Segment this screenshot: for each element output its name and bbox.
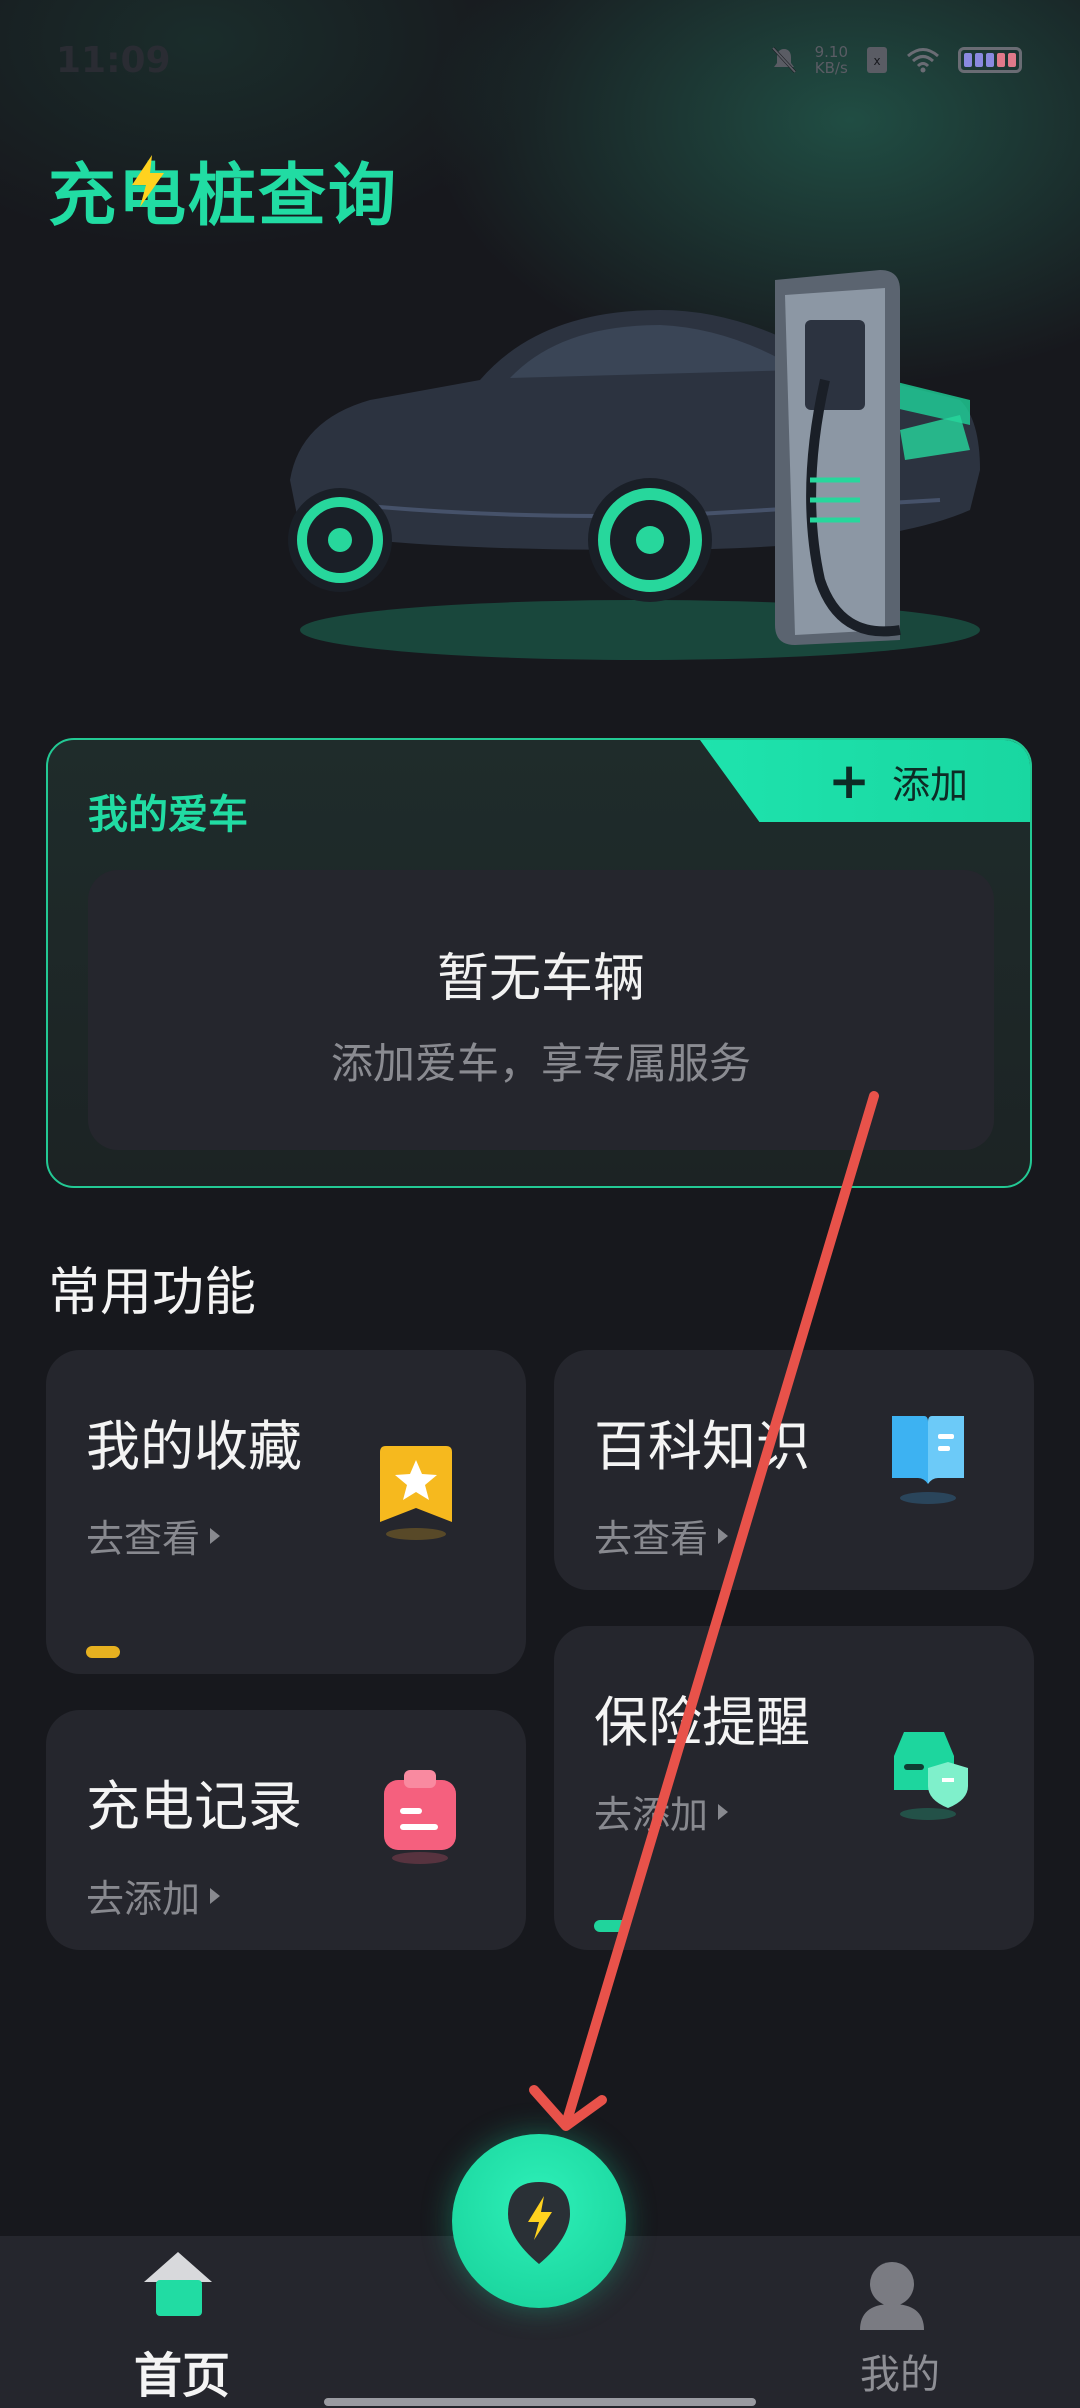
chevron-right-icon [210, 1527, 221, 1544]
charge-location-icon [508, 2182, 570, 2264]
car-charger-illustration [288, 270, 980, 660]
encyclopedia-title: 百科知识 [594, 1415, 810, 1478]
home-icon[interactable] [120, 2250, 240, 2324]
net-speed: 9.10 KB/s [814, 43, 848, 77]
empty-car-subtitle: 添加爱车，享专属服务 [330, 1039, 751, 1088]
tile-accent-bar [594, 1920, 628, 1932]
insurance-tile[interactable]: 保险提醒 去添加 [554, 1626, 1034, 1950]
mute-icon [771, 46, 796, 74]
chevron-right-icon [718, 1527, 729, 1544]
nav-home-label[interactable]: 首页 [134, 2336, 230, 2406]
insurance-action[interactable]: 去添加 [594, 1784, 729, 1839]
user-icon[interactable] [856, 2258, 928, 2330]
favorites-tile[interactable]: 我的收藏 去查看 [46, 1350, 526, 1674]
nav-mine-label[interactable]: 我的 [860, 2342, 940, 2400]
encyclopedia-action[interactable]: 去查看 [594, 1508, 729, 1563]
car-shield-icon [894, 1732, 968, 1820]
my-car-card: 我的爱车 + 添加 暂无车辆 添加爱车，享专属服务 [46, 738, 1032, 1188]
plus-icon: + [828, 752, 870, 810]
home-indicator [324, 2398, 756, 2406]
common-functions-title: 常用功能 [48, 1263, 257, 1323]
chevron-right-icon [210, 1887, 221, 1904]
charge-records-title: 充电记录 [86, 1775, 302, 1838]
sim-icon: x [867, 47, 887, 73]
favorites-action[interactable]: 去查看 [86, 1508, 221, 1563]
empty-car-panel[interactable]: 暂无车辆 添加爱车，享专属服务 [88, 870, 994, 1150]
my-car-title: 我的爱车 [88, 792, 248, 838]
tile-accent-bar [86, 1646, 120, 1658]
charge-records-action[interactable]: 去添加 [86, 1868, 221, 1923]
encyclopedia-tile[interactable]: 百科知识 去查看 [554, 1350, 1034, 1590]
star-bookmark-icon [380, 1446, 452, 1540]
clipboard-icon [384, 1770, 456, 1864]
status-bar-icons: 9.10 KB/s x [771, 44, 1022, 76]
add-car-label: 添加 [891, 762, 968, 807]
chevron-right-icon [718, 1803, 729, 1820]
status-time: 11:09 [56, 40, 171, 81]
add-car-button[interactable]: + 添加 [700, 740, 1030, 822]
app-title: 充电桩查询 [48, 157, 399, 236]
favorites-title: 我的收藏 [86, 1415, 302, 1478]
charge-fab-button[interactable] [452, 2134, 626, 2308]
book-icon [892, 1416, 964, 1504]
charge-records-tile[interactable]: 充电记录 去添加 [46, 1710, 526, 1950]
battery-icon [958, 47, 1022, 73]
insurance-title: 保险提醒 [594, 1691, 810, 1754]
lightning-icon [132, 155, 164, 207]
empty-car-title: 暂无车辆 [436, 949, 645, 1009]
svg-text:x: x [873, 54, 880, 68]
wifi-icon [907, 48, 939, 73]
